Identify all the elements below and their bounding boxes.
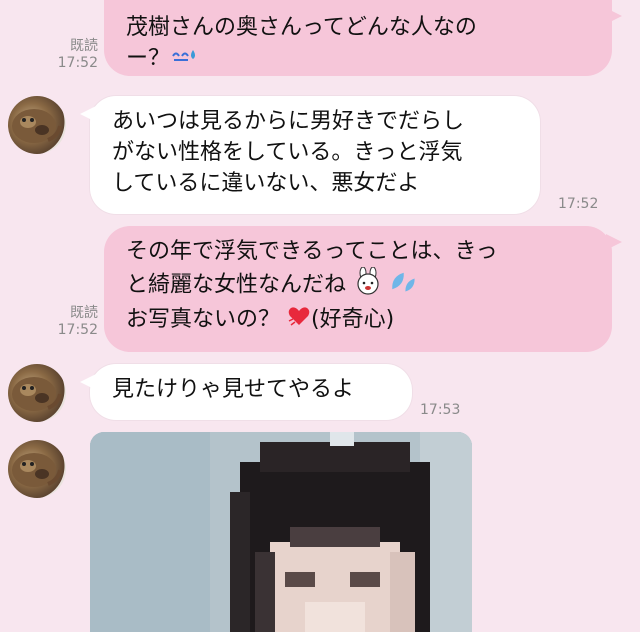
received-message-bubble[interactable]: 見たけりゃ見せてやるよ [80, 364, 412, 420]
message-line: その年で浮気できるってことは、きっ [126, 239, 498, 264]
read-receipt: 既読 [70, 305, 98, 321]
avatar[interactable] [8, 440, 66, 498]
message-line: お写真ないの？ (好奇心) [126, 304, 590, 336]
read-receipt: 既読 [70, 38, 98, 54]
message-line: 見たけりゃ見せてやるよ [112, 377, 355, 402]
message-line: と綺麗な女性なんだね [126, 266, 590, 304]
timestamp: 17:52 [57, 322, 98, 338]
message-line: しているに違いない、悪女だよ [112, 171, 420, 196]
message-line: あいつは見るからに男好きでだらし [112, 109, 465, 134]
received-message-bubble[interactable]: あいつは見るからに男好きでだらし がない性格をしている。きっと浮気 しているに違… [80, 96, 540, 214]
message-line: 茂樹さんの奥さんってどんな人なの [126, 15, 477, 40]
avatar[interactable] [8, 96, 66, 154]
chat-view[interactable]: 既読 17:52 茂樹さんの奥さんってどんな人なの ー？ あいつは見るからに男好… [0, 0, 640, 632]
sent-message-bubble[interactable]: その年で浮気できるってことは、きっ と綺麗な女性なんだね お写真ないの？ (好奇… [104, 226, 622, 352]
photo-message[interactable] [90, 432, 472, 632]
timestamp: 17:53 [420, 402, 461, 418]
message-line: がない性格をしている。きっと浮気 [112, 140, 463, 165]
timestamp: 17:52 [558, 196, 599, 212]
sweat-icon [170, 44, 200, 75]
avatar[interactable] [8, 364, 66, 422]
sweat-drops-icon [390, 267, 418, 304]
message-line: ー？ [126, 43, 590, 75]
message-meta: 既読 17:52 [44, 305, 98, 339]
bunny-icon [353, 266, 383, 304]
message-meta: 既読 17:52 [44, 38, 98, 72]
heart-icon [287, 305, 311, 336]
timestamp: 17:52 [57, 55, 98, 71]
sent-message-bubble[interactable]: 茂樹さんの奥さんってどんな人なの ー？ [104, 0, 622, 76]
pixelated-photo [90, 432, 472, 632]
